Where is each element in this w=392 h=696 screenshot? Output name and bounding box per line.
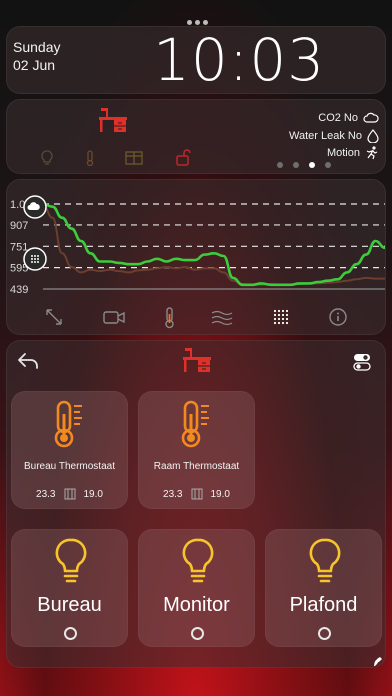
- thermometer-icon: [54, 400, 82, 448]
- y-tick-label: 907: [10, 220, 28, 232]
- clock-widget: Sunday 02 Jun 10:03: [6, 26, 386, 94]
- back-icon[interactable]: [17, 351, 39, 371]
- co2-status: CO2 No: [318, 112, 379, 124]
- light-bulb-icon: [182, 538, 214, 583]
- light-bulb-icon: [55, 538, 87, 583]
- water-leak-label: Water Leak No: [289, 130, 362, 142]
- heater-icon: [191, 488, 202, 500]
- toggle-settings-icon[interactable]: [353, 353, 371, 371]
- day-label: Sunday: [13, 39, 61, 55]
- y-tick-label: 751: [10, 241, 28, 253]
- cloud-icon: [363, 112, 379, 123]
- light-state-indicator[interactable]: [318, 627, 331, 640]
- thermometer-icon[interactable]: [165, 307, 174, 329]
- heater-icon: [64, 488, 75, 500]
- page-dot-active[interactable]: [309, 162, 315, 168]
- target-temperature: 19.0: [210, 488, 230, 500]
- light-tile-monitor[interactable]: Monitor: [138, 529, 255, 647]
- page-dot[interactable]: [293, 162, 299, 168]
- water-leak-status: Water Leak No: [289, 129, 379, 143]
- light-bulb-icon: [309, 538, 341, 583]
- wind-icon[interactable]: [211, 310, 233, 326]
- unlock-icon[interactable]: [175, 148, 191, 166]
- current-temperature: 23.3: [36, 488, 56, 500]
- phone-icon[interactable]: [372, 654, 386, 668]
- light-tile-bureau[interactable]: Bureau: [11, 529, 128, 647]
- light-name: Monitor: [163, 594, 230, 616]
- date-label: 02 Jun: [13, 57, 56, 73]
- light-name: Bureau: [37, 594, 102, 616]
- water-drop-icon: [367, 129, 379, 143]
- cloud-marker-icon[interactable]: [23, 195, 47, 219]
- thermostat-name: Bureau Thermostaat: [24, 461, 115, 472]
- controls-widget: Bureau Thermostaat 23.3 19.0 Raam Thermo…: [6, 340, 386, 668]
- desk-icon[interactable]: [97, 106, 129, 136]
- page-indicator[interactable]: [277, 162, 331, 168]
- drag-handle[interactable]: [187, 20, 208, 25]
- series-line-secondary: [42, 204, 385, 286]
- light-state-indicator[interactable]: [64, 627, 77, 640]
- dots-marker-icon[interactable]: [23, 247, 47, 271]
- info-icon[interactable]: [329, 308, 347, 326]
- thermostat-name: Raam Thermostaat: [153, 461, 240, 472]
- motion-label: Motion: [326, 147, 360, 159]
- window-icon[interactable]: [125, 151, 143, 165]
- page-dot[interactable]: [325, 162, 331, 168]
- desk-icon: [183, 348, 211, 372]
- thermometer-small-icon[interactable]: [85, 150, 95, 166]
- light-name: Plafond: [289, 594, 358, 616]
- line-chart[interactable]: 1.06907751595439: [7, 180, 387, 336]
- motion-status: Motion: [327, 146, 379, 160]
- chart-widget: 1.06 907 751 595 439: [6, 179, 386, 335]
- target-temperature: 19.0: [83, 488, 103, 500]
- page-dot[interactable]: [277, 162, 283, 168]
- running-person-icon: [366, 146, 378, 160]
- status-widget: CO2 No Water Leak No Motion: [6, 99, 386, 174]
- series-line-primary: [42, 202, 386, 287]
- time-display: 10:03: [153, 26, 326, 94]
- expand-icon[interactable]: [46, 309, 62, 325]
- thermostat-values: 23.3 19.0: [12, 488, 127, 500]
- dots-grid-icon[interactable]: [273, 309, 289, 325]
- camera-icon[interactable]: [103, 311, 125, 324]
- bulb-icon[interactable]: [41, 150, 53, 166]
- current-temperature: 23.3: [163, 488, 183, 500]
- light-tile-plafond[interactable]: Plafond: [265, 529, 382, 647]
- thermostat-values: 23.3 19.0: [139, 488, 254, 500]
- thermostat-tile[interactable]: Bureau Thermostaat 23.3 19.0: [11, 391, 128, 509]
- thermometer-icon: [181, 400, 209, 448]
- y-tick-label: 439: [10, 284, 28, 296]
- co2-label: CO2 No: [318, 112, 358, 124]
- light-state-indicator[interactable]: [191, 627, 204, 640]
- thermostat-tile[interactable]: Raam Thermostaat 23.3 19.0: [138, 391, 255, 509]
